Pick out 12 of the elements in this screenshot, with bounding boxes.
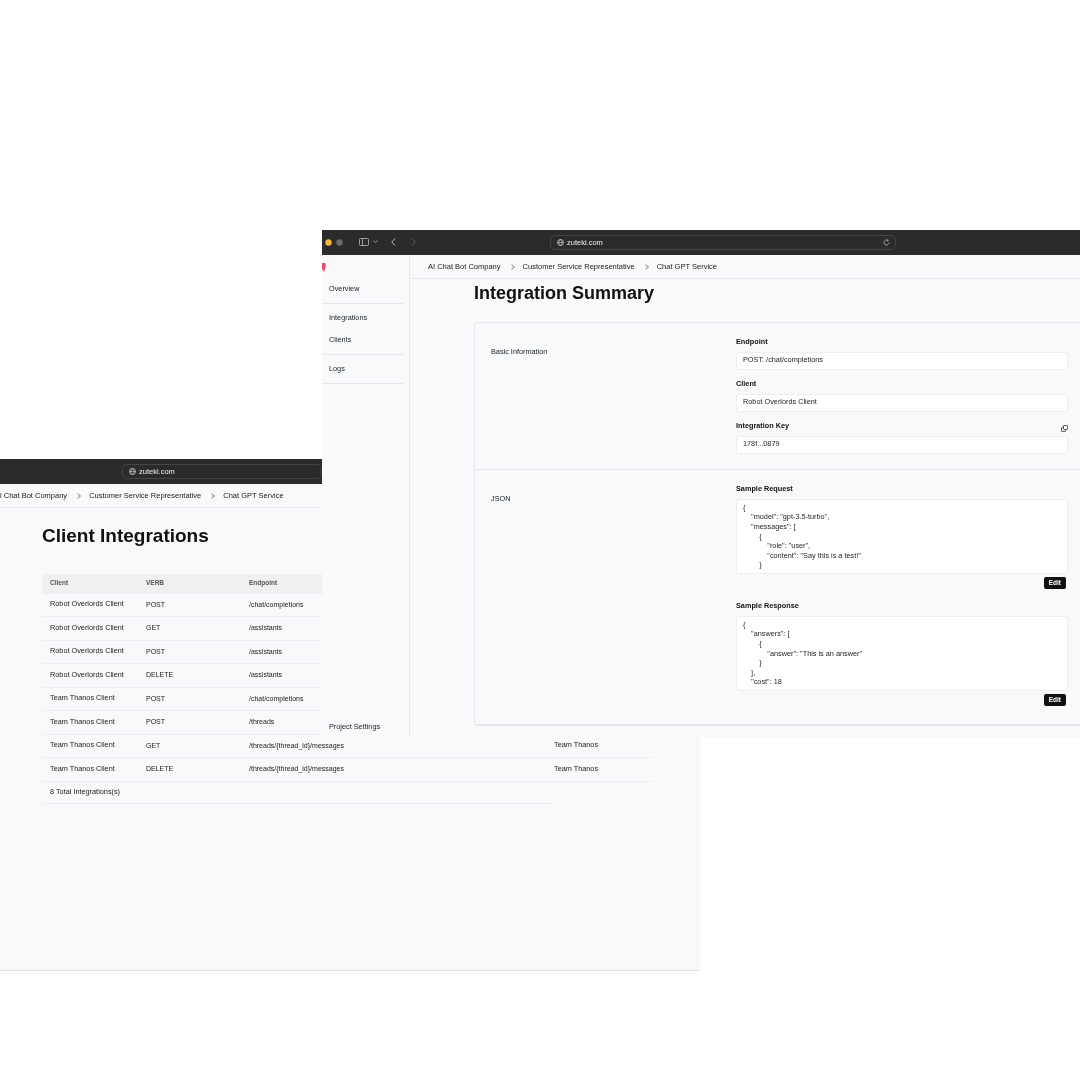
page-title: Integration Summary <box>474 282 655 305</box>
caret-icon[interactable] <box>373 240 378 244</box>
logo-icon <box>322 263 326 272</box>
copy-icon[interactable] <box>1061 424 1068 432</box>
reload-icon[interactable] <box>883 239 890 246</box>
window-dot-icon <box>325 238 332 246</box>
globe-icon <box>557 239 564 246</box>
page-title: Client Integrations <box>42 524 209 548</box>
sidebar-toggle-icon[interactable] <box>359 238 369 246</box>
back-icon[interactable] <box>391 238 396 246</box>
globe-icon <box>129 468 136 475</box>
window-dot-icon <box>336 238 343 246</box>
